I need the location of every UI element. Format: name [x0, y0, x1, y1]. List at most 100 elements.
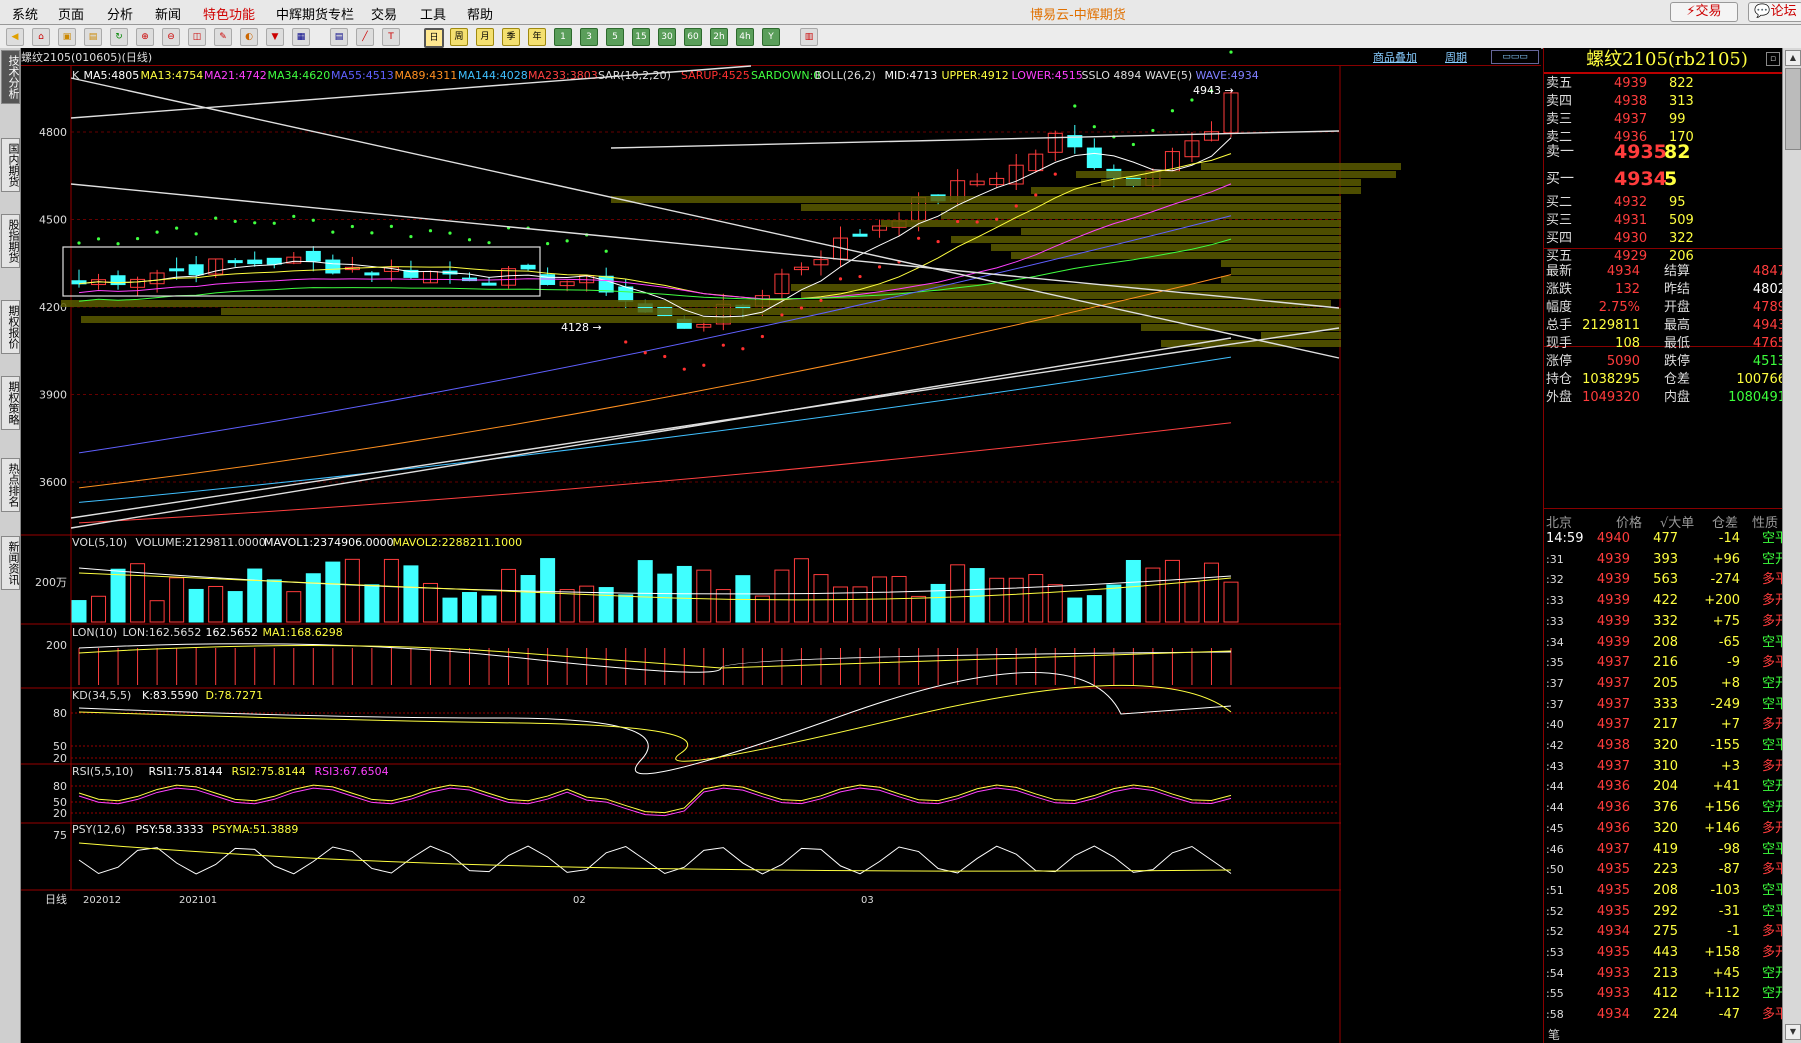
tick-row: :33 4939 332 +75 多开: [1544, 611, 1790, 632]
sar-dot: [1229, 50, 1233, 54]
candle-body: [364, 272, 380, 276]
menu-news[interactable]: 新闻: [155, 4, 181, 23]
scroll-thumb[interactable]: [1785, 68, 1801, 150]
window-icon[interactable]: ◫: [188, 28, 206, 46]
price-tick-label: 4500: [39, 214, 67, 227]
menu-help[interactable]: 帮助: [467, 4, 493, 23]
tick-oi-change: -9: [1727, 655, 1740, 671]
period-day-button[interactable]: 日: [424, 28, 444, 48]
period-4h-button[interactable]: 4h: [736, 28, 754, 46]
tick-oi-change: -274: [1710, 572, 1740, 588]
ask-price: 4935: [1614, 141, 1667, 163]
nav-hot-rank[interactable]: 热点排名: [1, 458, 20, 512]
sar-dot: [1190, 98, 1194, 102]
trade-button[interactable]: ⚡交易: [1670, 2, 1738, 22]
tick-price: 4935: [1596, 862, 1630, 878]
tick-row: :58 4934 224 -47 多平: [1544, 1004, 1790, 1025]
right-scrollbar[interactable]: ▲ ▼: [1782, 48, 1801, 1043]
volume-bar: [969, 568, 985, 623]
calculator-icon[interactable]: ▥: [800, 28, 818, 46]
tick-row: :43 4937 310 +3 多开: [1544, 756, 1790, 777]
bid-row-3[interactable]: 买三 4931 509: [1544, 211, 1790, 230]
refresh-icon[interactable]: ↻: [110, 28, 128, 46]
tick-time: :51: [1546, 883, 1564, 897]
period-5min-button[interactable]: 5: [606, 28, 624, 46]
grid-icon[interactable]: ▦: [292, 28, 310, 46]
volume-profile-bar: [801, 204, 1341, 211]
tick-icon[interactable]: T: [382, 28, 400, 46]
kd-tick-label: 20: [53, 752, 67, 765]
kline-chart[interactable]: K MA5:4805 MA13:4754 MA21:4742 MA34:4620 MA55…: [21, 48, 1541, 1043]
tick-oi-change: -1: [1727, 924, 1740, 940]
ask-row-3[interactable]: 卖三 4937 99: [1544, 110, 1790, 129]
tick-volume: 320: [1653, 738, 1678, 753]
table-icon[interactable]: ▤: [330, 28, 348, 46]
nav-index-futures[interactable]: 股指期货: [1, 214, 20, 268]
period-2h-button[interactable]: 2h: [710, 28, 728, 46]
draw-icon[interactable]: ✎: [214, 28, 232, 46]
zoom-in-icon[interactable]: ⊕: [136, 28, 154, 46]
menu-features[interactable]: 特色功能: [203, 4, 255, 23]
menu-analysis[interactable]: 分析: [107, 4, 133, 23]
volume-bar: [364, 584, 380, 623]
tick-volume: 422: [1653, 593, 1678, 609]
tick-volume: 208: [1653, 634, 1678, 650]
menu-trade[interactable]: 交易: [371, 4, 397, 23]
period-week-button[interactable]: 周: [450, 28, 468, 46]
period-3min-button[interactable]: 3: [580, 28, 598, 46]
psy-line: [78, 845, 1232, 875]
period-15min-button[interactable]: 15: [632, 28, 650, 46]
nav-news[interactable]: 新闻资讯: [1, 536, 20, 590]
ask-row-4[interactable]: 卖四 4938 313: [1544, 92, 1790, 111]
folder-icon[interactable]: ▣: [58, 28, 76, 46]
ask-row-5[interactable]: 卖五 4939 822: [1544, 74, 1790, 93]
scroll-up-icon[interactable]: ▲: [1785, 50, 1801, 66]
date-tick-label: 02: [573, 895, 586, 906]
chart-icon[interactable]: ╱: [356, 28, 374, 46]
tick-time: :33: [1546, 594, 1564, 608]
nav-option-quotes[interactable]: 期权报价: [1, 300, 20, 354]
tick-oi-change: -31: [1718, 903, 1740, 919]
volume-bar: [911, 595, 927, 623]
panel-toggle-icon[interactable]: ▫: [1766, 52, 1780, 66]
tick-volume: 412: [1653, 986, 1678, 1002]
nav-tech-analysis[interactable]: 技术分析: [1, 50, 20, 104]
filter-icon[interactable]: ▼: [266, 28, 284, 46]
kd-tick-label: 80: [53, 707, 67, 720]
period-custom-button[interactable]: Y: [762, 28, 780, 46]
ask-label: 卖三: [1546, 112, 1573, 127]
bid-row-2[interactable]: 买二 4932 95: [1544, 193, 1790, 212]
bid-row-4[interactable]: 买四 4930 322: [1544, 229, 1790, 248]
period-year-button[interactable]: 年: [528, 28, 546, 46]
ma55-line: [78, 215, 1232, 454]
nav-option-strategy[interactable]: 期权策略: [1, 376, 20, 430]
period-60min-button[interactable]: 60: [684, 28, 702, 46]
period-quarter-button[interactable]: 季: [502, 28, 520, 46]
menu-system[interactable]: 系统: [12, 4, 38, 23]
volume-bar: [71, 600, 87, 623]
bid-row-1[interactable]: 买一 4934 5: [1544, 166, 1790, 192]
back-icon[interactable]: ◀: [6, 28, 24, 46]
forum-button[interactable]: 💬论坛: [1748, 2, 1801, 22]
period-month-button[interactable]: 月: [476, 28, 494, 46]
tick-oi-change: -14: [1718, 531, 1740, 546]
tick-oi-change: +156: [1704, 800, 1740, 816]
zoom-out-icon[interactable]: ⊖: [162, 28, 180, 46]
menu-zhonghui-column[interactable]: 中辉期货专栏: [276, 4, 354, 23]
menu-tools[interactable]: 工具: [420, 4, 446, 23]
scroll-down-icon[interactable]: ▼: [1785, 1024, 1801, 1040]
period-1min-button[interactable]: 1: [554, 28, 572, 46]
period-30min-button[interactable]: 30: [658, 28, 676, 46]
volume-profile-bar: [1101, 179, 1361, 186]
chart-area[interactable]: 螺纹2105(010605)(日线) 商品叠加 周期 ▭▭▭ K MA5:4805…: [21, 48, 1541, 1043]
ask-row-1[interactable]: 卖一 4935 82: [1544, 139, 1790, 165]
paint-icon[interactable]: ◐: [240, 28, 258, 46]
sar-dot: [565, 239, 569, 243]
nav-domestic-futures[interactable]: 国内期货: [1, 138, 20, 192]
home-icon[interactable]: ⌂: [32, 28, 50, 46]
tick-price: 4934: [1596, 1007, 1630, 1023]
kd-legend-item: K:83.5590: [142, 689, 198, 702]
menu-page[interactable]: 页面: [58, 4, 84, 23]
page-icon[interactable]: ▤: [84, 28, 102, 46]
rsi-legend-item: RSI2:75.8144: [232, 765, 306, 778]
